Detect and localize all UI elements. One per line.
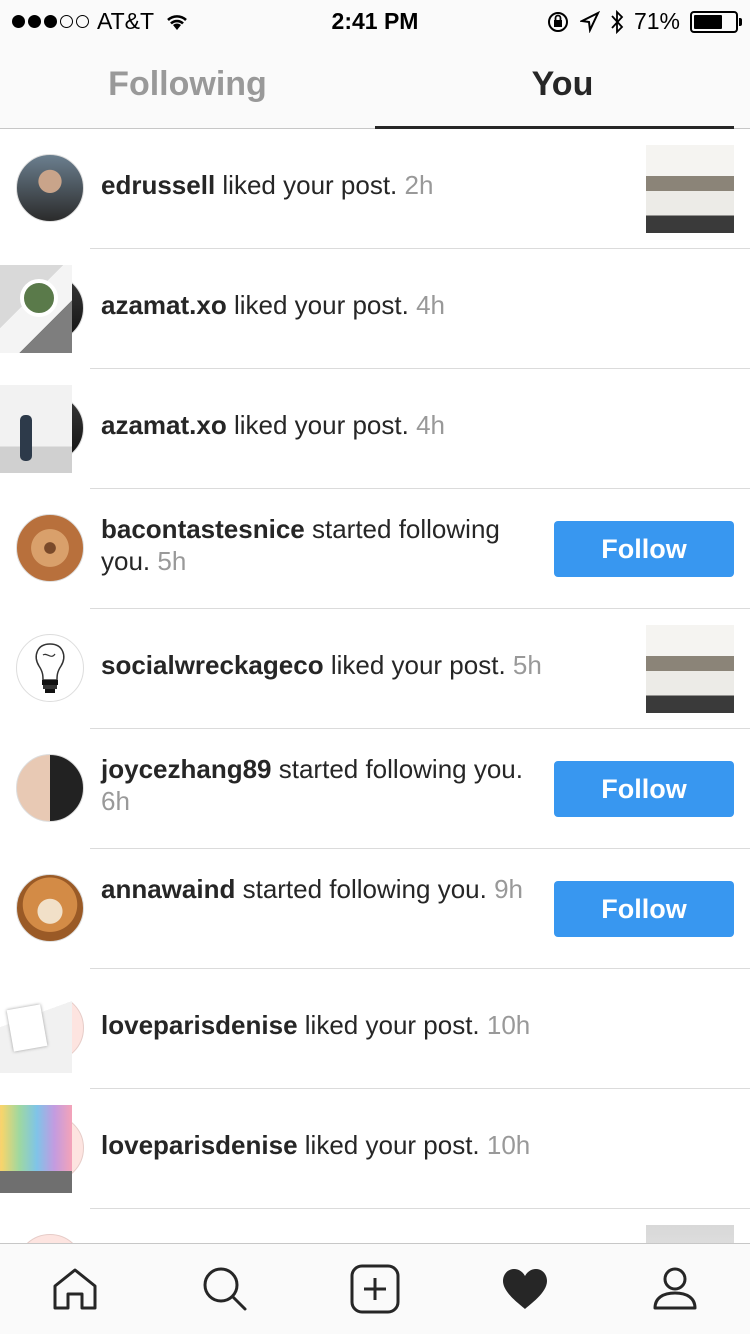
activity-row[interactable]: loveparisdenise liked your post. 10h <box>0 969 750 1089</box>
activity-action: liked your post. <box>233 290 409 320</box>
status-bar: AT&T 2:41 PM 71% <box>0 0 750 40</box>
activity-row[interactable]: azamat.xo liked your post. 4h <box>0 249 750 369</box>
nav-profile[interactable] <box>600 1244 750 1334</box>
nav-add-post[interactable] <box>300 1244 450 1334</box>
status-right: 71% <box>546 8 742 35</box>
post-thumbnail[interactable] <box>0 985 72 1073</box>
activity-row[interactable]: edrussell liked your post. 2h <box>0 129 750 249</box>
battery-icon <box>690 10 742 33</box>
activity-action: liked your post. <box>222 170 398 200</box>
activity-row[interactable]: socialwreckageco liked your post. 5h <box>0 609 750 729</box>
tab-following[interactable]: Following <box>0 40 375 128</box>
post-thumbnail[interactable] <box>0 1105 72 1193</box>
follow-button[interactable]: Follow <box>554 881 734 937</box>
orientation-lock-icon <box>547 11 568 32</box>
avatar[interactable] <box>16 514 84 582</box>
activity-time: 9h <box>494 874 523 904</box>
activity-action: liked your post. <box>233 410 409 440</box>
activity-row[interactable]: bacontastesnice started following you. 5… <box>0 489 750 609</box>
activity-action: started following you. <box>242 874 487 904</box>
activity-text: loveparisdenise liked your post. 10h <box>101 1129 620 1161</box>
home-icon <box>53 1268 97 1310</box>
activity-time: 2h <box>404 170 434 200</box>
activity-time: 5h <box>157 546 187 576</box>
avatar[interactable] <box>16 754 84 822</box>
nav-home[interactable] <box>0 1244 150 1334</box>
username[interactable]: edrussell <box>101 170 215 200</box>
activity-tabs: Following You <box>0 40 750 129</box>
activity-feed[interactable]: edrussell liked your post. 2h azamat.xo … <box>0 129 750 1243</box>
avatar[interactable] <box>16 1234 84 1243</box>
activity-text: bacontastesnice started following you. 5… <box>101 513 541 577</box>
add-post-icon <box>350 1264 400 1314</box>
activity-text: azamat.xo liked your post. 4h <box>101 289 620 321</box>
follow-button[interactable]: Follow <box>554 761 734 817</box>
activity-text: joycezhang89 started following you. 6h <box>101 753 541 817</box>
username[interactable]: socialwreckageco <box>101 650 324 680</box>
activity-row[interactable]: loveparisdenise liked your post. 10h <box>0 1089 750 1209</box>
activity-time: 4h <box>416 410 445 440</box>
username[interactable]: azamat.xo <box>101 290 227 320</box>
post-thumbnail[interactable] <box>646 1225 734 1243</box>
username[interactable]: joycezhang89 <box>101 754 272 784</box>
post-thumbnail[interactable] <box>0 265 72 353</box>
tab-you[interactable]: You <box>375 40 750 129</box>
activity-time: 4h <box>416 290 445 320</box>
post-thumbnail[interactable] <box>0 385 72 473</box>
bottom-nav <box>0 1243 750 1334</box>
heart-icon <box>503 1269 547 1309</box>
username[interactable]: loveparisdenise <box>101 1010 298 1040</box>
username[interactable]: annawaind <box>101 874 235 904</box>
post-thumbnail[interactable] <box>646 145 734 233</box>
location-icon <box>579 10 600 33</box>
activity-text: azamat.xo liked your post. 4h <box>101 409 620 441</box>
activity-time: 6h <box>101 786 130 816</box>
activity-time: 5h <box>512 650 542 680</box>
follow-button[interactable]: Follow <box>554 521 734 577</box>
post-thumbnail[interactable] <box>646 625 734 713</box>
avatar[interactable] <box>16 634 84 702</box>
activity-row[interactable] <box>0 1209 750 1243</box>
avatar[interactable] <box>16 874 84 942</box>
activity-action: liked your post. <box>330 650 506 680</box>
username[interactable]: loveparisdenise <box>101 1130 298 1160</box>
activity-text: edrussell liked your post. 2h <box>101 169 620 201</box>
activity-row[interactable]: annawaind started following you. 9h Foll… <box>0 849 750 969</box>
activity-time: 10h <box>486 1130 531 1160</box>
nav-search[interactable] <box>150 1244 300 1334</box>
activity-action: liked your post. <box>304 1010 480 1040</box>
bluetooth-icon <box>611 9 624 34</box>
activity-time: 10h <box>486 1010 531 1040</box>
nav-activity[interactable] <box>450 1244 600 1334</box>
username[interactable]: azamat.xo <box>101 410 227 440</box>
avatar[interactable] <box>16 154 84 222</box>
activity-action: started following you. <box>278 754 523 784</box>
profile-icon <box>653 1267 697 1310</box>
activity-row[interactable]: joycezhang89 started following you. 6h F… <box>0 729 750 849</box>
activity-text: annawaind started following you. 9h <box>101 873 541 905</box>
username[interactable]: bacontastesnice <box>101 514 305 544</box>
search-icon <box>203 1267 247 1311</box>
battery-percent: 71% <box>633 8 680 34</box>
activity-row[interactable]: azamat.xo liked your post. 4h <box>0 369 750 489</box>
activity-action: liked your post. <box>304 1130 480 1160</box>
lightbulb-icon <box>35 643 65 693</box>
activity-text: loveparisdenise liked your post. 10h <box>101 1009 620 1041</box>
activity-text: socialwreckageco liked your post. 5h <box>101 649 620 681</box>
